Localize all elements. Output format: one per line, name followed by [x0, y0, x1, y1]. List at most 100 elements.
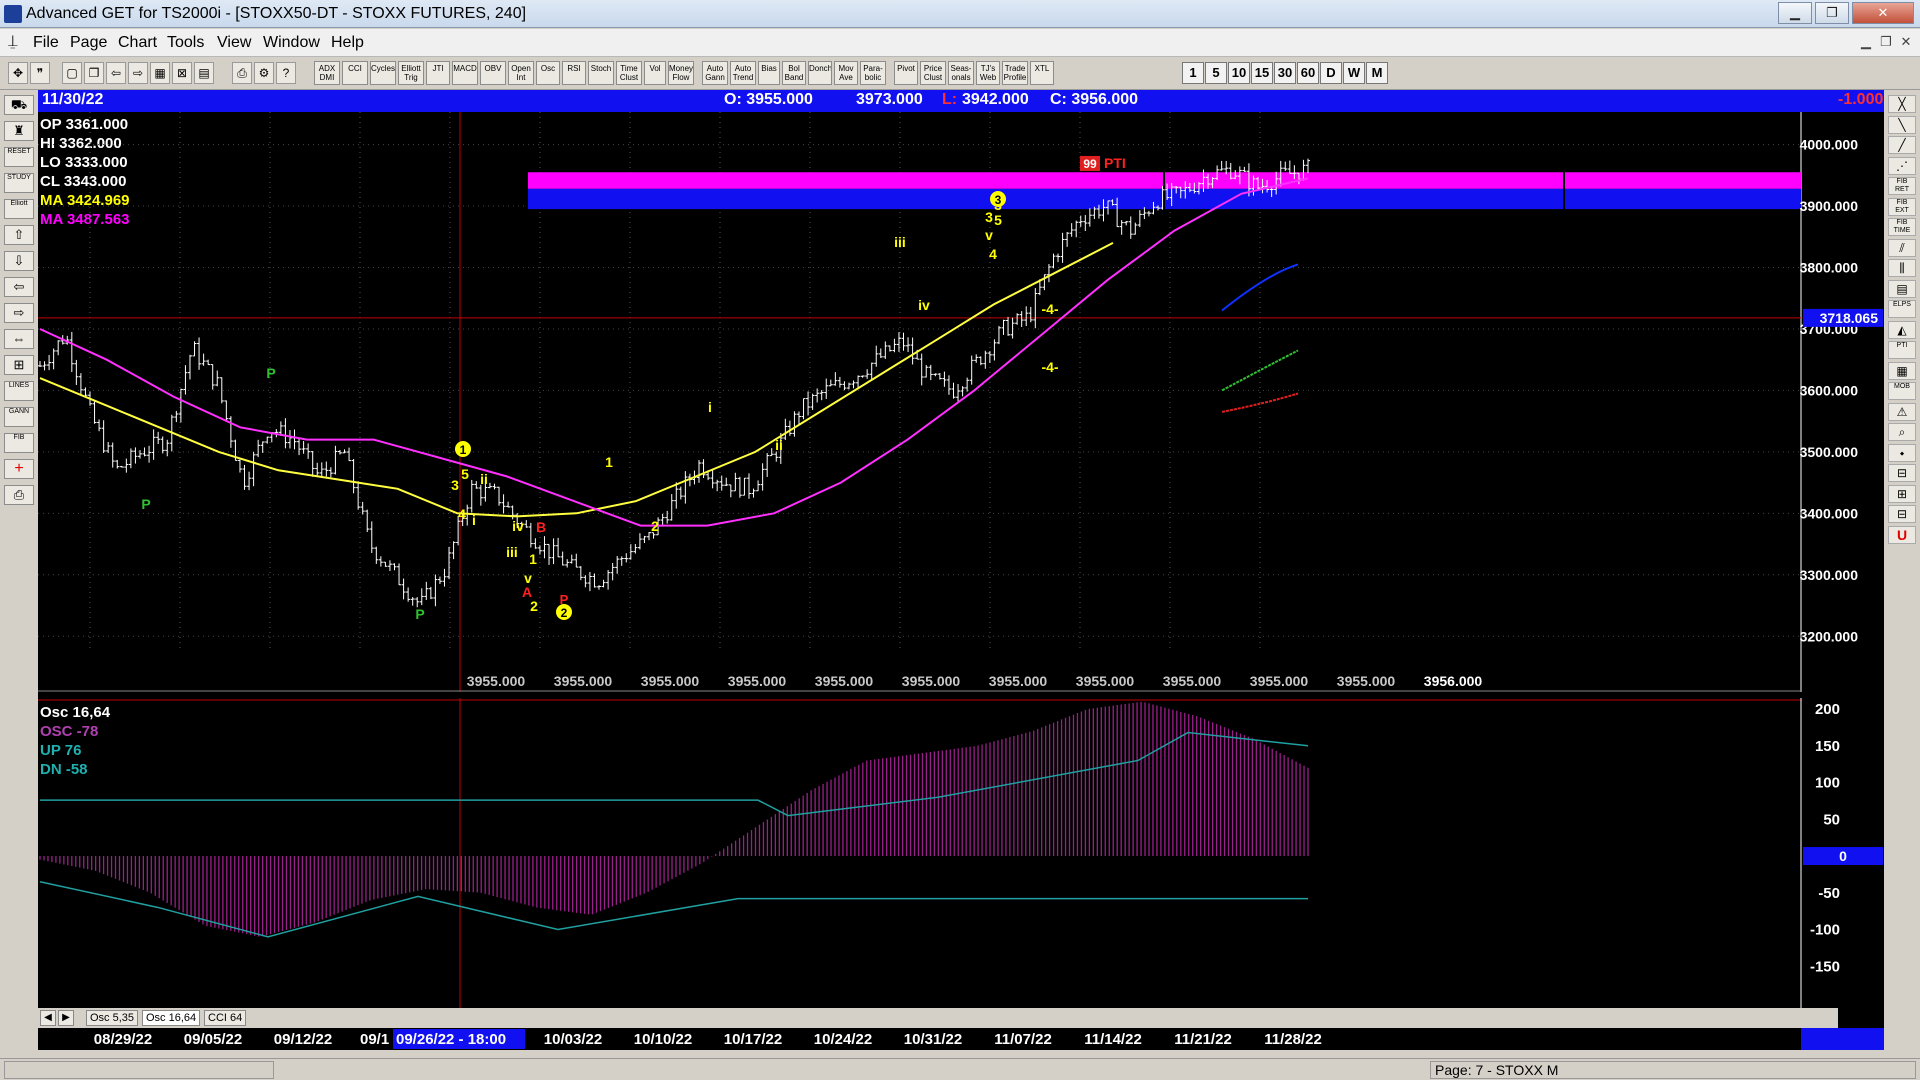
timeframe-button-W[interactable]: W — [1343, 62, 1365, 84]
study-button-17[interactable]: Bol Band — [782, 61, 806, 85]
close-button[interactable]: ✕ — [1852, 2, 1914, 24]
back-icon[interactable]: ⇦ — [106, 62, 126, 84]
help-icon[interactable]: ? — [276, 62, 296, 84]
left-tool-8[interactable]: ⇨ — [4, 303, 34, 323]
mdi-restore-button[interactable]: ❐ — [1876, 32, 1896, 52]
study-button-23[interactable]: Seas-onals — [948, 61, 974, 85]
right-tool-13[interactable]: ▦ — [1888, 361, 1916, 380]
right-tool-21[interactable]: U — [1888, 525, 1916, 544]
right-tool-19[interactable]: ⊞ — [1888, 484, 1916, 503]
study-button-1[interactable]: CCI — [342, 61, 368, 85]
right-tool-6[interactable]: FIB TIME — [1888, 218, 1916, 236]
study-button-18[interactable]: Donch — [808, 61, 832, 85]
menu-view[interactable]: View — [217, 34, 251, 52]
study-button-13[interactable]: Money Flow — [668, 61, 694, 85]
left-tool-10[interactable]: ⊞ — [4, 355, 34, 375]
right-tool-18[interactable]: ⊟ — [1888, 464, 1916, 482]
tab-osc-16-64[interactable]: Osc 16,64 — [142, 1010, 201, 1026]
timeframe-button-10[interactable]: 10 — [1228, 62, 1250, 84]
right-tool-17[interactable]: ⬩ — [1888, 443, 1916, 462]
right-tool-5[interactable]: FIB EXT — [1888, 197, 1916, 216]
study-button-24[interactable]: TJ's Web — [976, 61, 1000, 85]
right-tool-9[interactable]: ▤ — [1888, 279, 1916, 298]
timeframe-button-60[interactable]: 60 — [1297, 62, 1319, 84]
left-tool-7[interactable]: ⇦ — [4, 277, 34, 297]
right-tool-2[interactable]: ╱ — [1888, 136, 1916, 154]
mdi-minimize-button[interactable]: ▁ — [1856, 32, 1876, 52]
maximize-button[interactable]: ❐ — [1815, 2, 1849, 24]
mdi-close-button[interactable]: ✕ — [1896, 32, 1916, 52]
right-tool-14[interactable]: MOB — [1888, 382, 1916, 400]
tab-next-arrow[interactable]: ▶ — [58, 1010, 74, 1026]
tab-osc-5-35[interactable]: Osc 5,35 — [86, 1010, 139, 1026]
cancel-icon[interactable]: ⊠ — [172, 62, 192, 84]
left-tool-0[interactable]: ⛟ — [4, 95, 34, 115]
study-button-6[interactable]: OBV — [480, 61, 506, 85]
study-button-19[interactable]: Mov Ave — [834, 61, 858, 85]
copy-icon[interactable]: ❐ — [84, 62, 104, 84]
timeframe-button-5[interactable]: 5 — [1205, 62, 1227, 84]
left-tool-4[interactable]: Elliott — [4, 199, 34, 219]
left-tool-12[interactable]: GANN — [4, 407, 34, 427]
right-tool-7[interactable]: ⫽ — [1888, 238, 1916, 257]
left-tool-1[interactable]: ♜ — [4, 121, 34, 141]
right-tool-20[interactable]: ⊟ — [1888, 505, 1916, 523]
left-tool-14[interactable]: + — [4, 459, 34, 479]
study-button-16[interactable]: Bias — [758, 61, 780, 85]
timeframe-button-30[interactable]: 30 — [1274, 62, 1296, 84]
right-tool-0[interactable]: ╳ — [1888, 95, 1916, 113]
timeframe-button-1[interactable]: 1 — [1182, 62, 1204, 84]
study-button-20[interactable]: Para-bolic — [860, 61, 886, 85]
left-tool-2[interactable]: RESET — [4, 147, 34, 167]
timeframe-button-D[interactable]: D — [1320, 62, 1342, 84]
mdi-doc-icon[interactable]: ⍊ — [8, 33, 24, 53]
menu-window[interactable]: Window — [263, 34, 320, 52]
timeframe-button-15[interactable]: 15 — [1251, 62, 1273, 84]
study-button-14[interactable]: Auto Gann — [702, 61, 728, 85]
study-button-10[interactable]: Stoch — [588, 61, 614, 85]
right-tool-15[interactable]: ⚠ — [1888, 402, 1916, 421]
tab-cci-64[interactable]: CCI 64 — [204, 1010, 247, 1026]
left-tool-15[interactable]: ⎙ — [4, 485, 34, 505]
study-button-2[interactable]: Cycles — [370, 61, 396, 85]
study-button-5[interactable]: MACD — [452, 61, 478, 85]
quote-icon[interactable]: ❞ — [30, 62, 50, 84]
right-tool-1[interactable]: ╲ — [1888, 115, 1916, 134]
study-button-12[interactable]: Vol — [644, 61, 666, 85]
study-button-3[interactable]: Elliott Trig — [398, 61, 424, 85]
minimize-button[interactable]: ▁ — [1778, 2, 1812, 24]
left-tool-9[interactable]: ⇔ — [4, 329, 34, 349]
study-button-0[interactable]: ADX DMI — [314, 61, 340, 85]
study-button-9[interactable]: RSI — [562, 61, 586, 85]
print-icon[interactable]: ⎙ — [232, 62, 252, 84]
menu-file[interactable]: File — [33, 34, 59, 52]
forward-icon[interactable]: ⇨ — [128, 62, 148, 84]
timeframe-button-M[interactable]: M — [1366, 62, 1388, 84]
right-tool-10[interactable]: ELPS — [1888, 300, 1916, 318]
left-tool-3[interactable]: STUDY — [4, 173, 34, 193]
study-button-26[interactable]: XTL — [1030, 61, 1054, 85]
study-button-25[interactable]: Trade Profile — [1002, 61, 1028, 85]
left-tool-6[interactable]: ⇩ — [4, 251, 34, 271]
study-button-21[interactable]: Pivot — [894, 61, 918, 85]
right-tool-11[interactable]: ◭ — [1888, 320, 1916, 339]
study-button-4[interactable]: JTI — [426, 61, 450, 85]
menu-page[interactable]: Page — [70, 34, 107, 52]
study-button-11[interactable]: Time Clust — [616, 61, 642, 85]
right-tool-3[interactable]: ⋰ — [1888, 156, 1916, 175]
right-tool-4[interactable]: FIB RET — [1888, 177, 1916, 195]
settings-icon[interactable]: ⚙ — [254, 62, 274, 84]
menu-tools[interactable]: Tools — [167, 34, 204, 52]
new-page-icon[interactable]: ▢ — [62, 62, 82, 84]
right-tool-12[interactable]: PTI — [1888, 341, 1916, 359]
menu-chart[interactable]: Chart — [118, 34, 157, 52]
right-tool-8[interactable]: ⫼ — [1888, 259, 1916, 277]
study-button-15[interactable]: Auto Trend — [730, 61, 756, 85]
right-tool-16[interactable]: ⌕ — [1888, 423, 1916, 441]
study-button-7[interactable]: Open Int — [508, 61, 534, 85]
cursor-icon[interactable]: ✥ — [8, 62, 28, 84]
bars-icon[interactable]: ▤ — [194, 62, 214, 84]
left-tool-11[interactable]: LINES — [4, 381, 34, 401]
left-tool-5[interactable]: ⇧ — [4, 225, 34, 245]
left-tool-13[interactable]: FIB — [4, 433, 34, 453]
